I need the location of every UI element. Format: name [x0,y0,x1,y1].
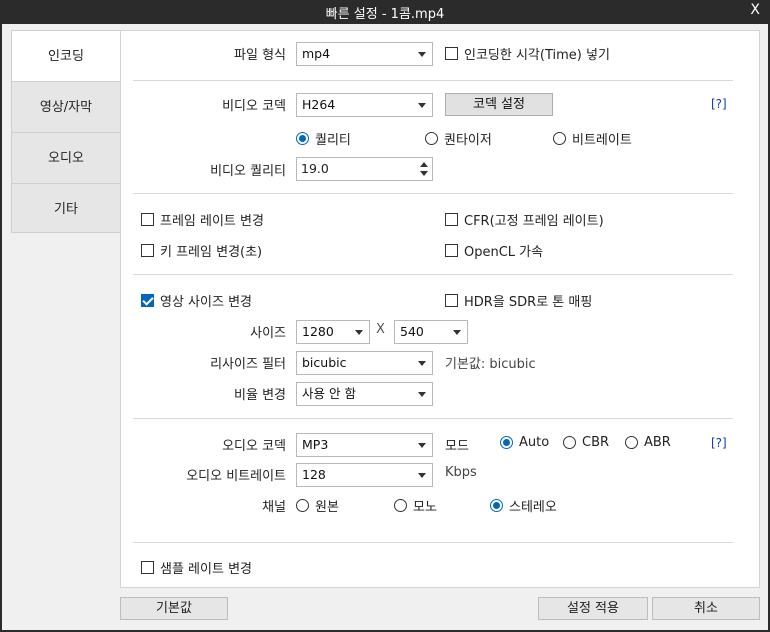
tab-encoding[interactable]: 인코딩 [12,31,120,82]
audio-help-link[interactable]: [?] [711,436,727,450]
video-codec-select[interactable]: H264 [296,93,433,117]
radio-quantizer[interactable]: 퀀타이저 [425,129,492,148]
radio-icon [296,132,309,145]
radio-icon [563,436,576,449]
aspect-select[interactable]: 사용 안 함 [296,382,433,406]
divider [133,80,733,81]
audio-bitrate-label: 오디오 비트레이트 [186,469,286,484]
checkbox-icon [445,244,458,257]
chevron-down-icon [418,392,426,397]
opencl-checkbox[interactable]: OpenCL 가속 [445,241,543,260]
radio-channel-mono[interactable]: 모노 [394,496,437,515]
radio-channel-stereo[interactable]: 스테레오 [490,496,557,515]
stepper-up-icon[interactable] [420,162,428,167]
radio-icon [500,436,513,449]
video-quality-stepper[interactable]: 19.0 [296,157,433,181]
video-codec-label: 비디오 코덱 [222,99,286,114]
codec-settings-button[interactable]: 코덱 설정 [445,93,553,116]
radio-icon [490,499,503,512]
radio-bitrate[interactable]: 비트레이트 [553,129,632,148]
chevron-down-icon [418,473,426,478]
video-help-link[interactable]: [?] [711,97,727,111]
close-button[interactable]: X [750,2,760,18]
chevron-down-icon [418,103,426,108]
radio-icon [625,436,638,449]
video-quality-label: 비디오 퀄리티 [210,164,286,179]
dialog: 인코딩 영상/자막 오디오 기타 파일 형식 mp4 인코딩한 시각(Time)… [2,24,768,630]
chevron-down-icon [355,330,363,335]
hdr-tonemap-checkbox[interactable]: HDR을 SDR로 톤 매핑 [445,291,592,310]
radio-audio-abr[interactable]: ABR [625,435,671,450]
radio-icon [394,499,407,512]
tab-audio[interactable]: 오디오 [12,133,120,184]
tab-video-subtitle[interactable]: 영상/자막 [12,82,120,133]
size-label: 사이즈 [250,326,286,341]
title-bar: 빠른 설정 - 1콤.mp4 X [0,0,770,24]
resize-filter-default: 기본값: bicubic [445,357,536,372]
sample-rate-change-checkbox[interactable]: 샘플 레이트 변경 [141,558,252,577]
encoding-panel: 파일 형식 mp4 인코딩한 시각(Time) 넣기 비디오 코덱 H264 코… [120,30,760,588]
audio-bitrate-select[interactable]: 128 [296,463,433,487]
height-select[interactable]: 540 [394,320,468,344]
tab-list: 인코딩 영상/자막 오디오 기타 [11,30,121,233]
radio-channel-original[interactable]: 원본 [296,496,339,515]
window-title: 빠른 설정 - 1콤.mp4 [325,7,445,22]
width-select[interactable]: 1280 [296,320,370,344]
keyframe-change-checkbox[interactable]: 키 프레임 변경(초) [141,241,262,260]
frame-rate-change-checkbox[interactable]: 프레임 레이트 변경 [141,210,264,229]
resize-filter-select[interactable]: bicubic [296,351,433,375]
checkbox-icon [445,47,458,60]
checkbox-icon [141,213,154,226]
checkbox-icon [141,561,154,574]
file-format-select[interactable]: mp4 [296,42,433,66]
audio-mode-label: 모드 [445,439,469,454]
cfr-checkbox[interactable]: CFR(고정 프레임 레이트) [445,210,604,229]
divider [133,274,733,275]
chevron-down-icon [453,330,461,335]
default-button[interactable]: 기본값 [120,597,228,620]
checkbox-icon [141,244,154,257]
divider [133,193,733,194]
resize-filter-label: 리사이즈 필터 [210,357,286,372]
checkbox-checked-icon [141,294,154,307]
divider [133,542,733,543]
file-format-label: 파일 형식 [234,48,286,63]
size-separator: X [376,322,385,337]
radio-audio-cbr[interactable]: CBR [563,435,609,450]
aspect-label: 비율 변경 [234,388,286,403]
resize-checkbox[interactable]: 영상 사이즈 변경 [141,291,252,310]
chevron-down-icon [418,361,426,366]
audio-codec-label: 오디오 코덱 [222,439,286,454]
radio-quality[interactable]: 퀄리티 [296,129,351,148]
apply-button[interactable]: 설정 적용 [538,597,648,620]
radio-audio-auto[interactable]: Auto [500,435,549,450]
chevron-down-icon [418,52,426,57]
encode-time-checkbox[interactable]: 인코딩한 시각(Time) 넣기 [445,44,610,63]
cancel-button[interactable]: 취소 [652,597,760,620]
radio-icon [553,132,566,145]
tab-other[interactable]: 기타 [12,184,120,235]
radio-icon [296,499,309,512]
audio-codec-select[interactable]: MP3 [296,433,433,457]
divider [133,418,733,419]
radio-icon [425,132,438,145]
checkbox-icon [445,213,458,226]
checkbox-icon [445,294,458,307]
channel-label: 채널 [262,500,286,515]
stepper-down-icon[interactable] [420,171,428,176]
audio-bitrate-unit: Kbps [445,465,477,480]
chevron-down-icon [418,443,426,448]
